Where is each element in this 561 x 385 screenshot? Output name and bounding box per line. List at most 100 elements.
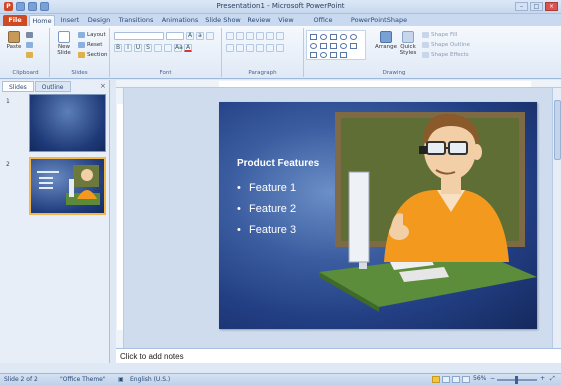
zoom-in-icon[interactable]: + <box>540 375 545 382</box>
normal-view-icon[interactable] <box>432 376 440 383</box>
cut-button[interactable] <box>26 31 35 39</box>
text-direction-icon[interactable] <box>276 31 284 40</box>
italic-icon[interactable]: I <box>124 43 132 52</box>
character-spacing-icon[interactable] <box>164 43 172 52</box>
tab-office-gadgets[interactable]: Office Gadgets <box>299 15 347 35</box>
line-spacing-icon[interactable] <box>266 31 274 40</box>
shape-smiley-icon[interactable] <box>340 43 347 49</box>
shape-callout-icon[interactable] <box>330 52 337 58</box>
increase-indent-icon[interactable] <box>256 31 264 40</box>
tab-view[interactable]: View <box>275 15 297 26</box>
shape-donut-icon[interactable] <box>320 52 327 58</box>
grow-font-icon[interactable]: A <box>186 31 194 40</box>
bullets-icon[interactable] <box>226 31 234 40</box>
zoom-slider-knob[interactable] <box>515 376 518 384</box>
slide-number-1: 1 <box>6 98 10 105</box>
fit-to-window-icon[interactable]: ⤢ <box>550 375 555 383</box>
vertical-scrollbar[interactable] <box>552 88 561 348</box>
tab-slides[interactable]: Slides <box>2 81 34 92</box>
slide-thumbnail-1[interactable] <box>29 94 106 152</box>
tab-powerpointshape[interactable]: PowerPointShape <box>349 15 409 26</box>
zoom-out-icon[interactable]: − <box>490 375 495 382</box>
font-name-combo[interactable] <box>114 31 164 40</box>
shape-brace-icon[interactable] <box>340 52 347 58</box>
arrange-button[interactable]: Arrange <box>375 30 397 52</box>
clear-formatting-icon[interactable] <box>206 31 214 40</box>
format-painter-button[interactable] <box>26 51 35 59</box>
align-left-icon[interactable] <box>226 43 234 52</box>
columns-icon[interactable] <box>266 43 274 52</box>
slide-show-view-icon[interactable] <box>462 376 470 383</box>
shape-outline-button[interactable]: Shape Outline <box>422 41 470 49</box>
paste-button[interactable]: Paste <box>6 30 22 52</box>
shadow-icon[interactable]: S <box>144 43 152 52</box>
strikethrough-icon[interactable] <box>154 43 162 52</box>
tab-review[interactable]: Review <box>245 15 273 26</box>
copy-button[interactable] <box>26 41 35 49</box>
reading-view-icon[interactable] <box>452 376 460 383</box>
shrink-font-icon[interactable]: a <box>196 31 204 40</box>
reset-button[interactable]: Reset <box>78 41 102 49</box>
notes-pane[interactable]: Click to add notes <box>116 348 561 363</box>
shape-rectangle-icon[interactable] <box>310 34 317 40</box>
shape-line-icon[interactable] <box>310 52 317 58</box>
clipboard-group-label: Clipboard <box>12 70 39 76</box>
section-button[interactable]: Section <box>78 51 107 59</box>
shape-circle-icon[interactable] <box>350 34 357 40</box>
current-slide[interactable]: Product Features Feature 1 Feature 2 Fea… <box>219 102 537 329</box>
change-case-icon[interactable]: Aa <box>174 43 183 52</box>
maximize-button[interactable]: □ <box>530 2 543 11</box>
font-color-icon[interactable]: A <box>184 43 192 52</box>
shape-oval-icon[interactable] <box>320 34 327 40</box>
developer-clipart-image[interactable] <box>319 102 537 329</box>
close-pane-icon[interactable]: × <box>100 82 108 90</box>
justify-icon[interactable] <box>256 43 264 52</box>
shape-star-icon[interactable] <box>350 43 357 49</box>
tab-file[interactable]: File <box>3 15 27 26</box>
spelling-check-icon[interactable]: ▣ <box>118 376 124 383</box>
new-slide-button[interactable]: New Slide <box>56 30 72 56</box>
shape-rounded-rect-icon[interactable] <box>340 34 347 40</box>
shape-effects-button[interactable]: Shape Effects <box>422 51 469 59</box>
shape-textbox-icon[interactable] <box>330 34 337 40</box>
close-button[interactable]: × <box>545 2 558 11</box>
slide-sorter-view-icon[interactable] <box>442 376 450 383</box>
shape-triangle-icon[interactable] <box>320 43 327 49</box>
title-bar: P Presentation1 - Microsoft PowerPoint –… <box>0 0 561 14</box>
slide-editing-area: Product Features Feature 1 Feature 2 Fea… <box>124 88 561 348</box>
shape-fill-button[interactable]: Shape Fill <box>422 31 457 39</box>
decrease-indent-icon[interactable] <box>246 31 254 40</box>
tab-insert[interactable]: Insert <box>57 15 83 26</box>
underline-icon[interactable]: U <box>134 43 142 52</box>
tab-outline[interactable]: Outline <box>34 81 71 92</box>
minimize-button[interactable]: – <box>515 2 528 11</box>
shapes-gallery[interactable] <box>306 30 366 60</box>
layout-icon <box>78 32 85 38</box>
font-size-combo[interactable] <box>166 31 184 40</box>
tab-transitions[interactable]: Transitions <box>115 15 157 26</box>
arrange-icon <box>380 31 392 43</box>
slide-title[interactable]: Product Features <box>237 158 319 169</box>
paragraph-row-1 <box>226 31 284 40</box>
quick-styles-button[interactable]: Quick Styles <box>400 30 416 56</box>
language-indicator[interactable]: English (U.S.) <box>130 376 170 383</box>
align-right-icon[interactable] <box>246 43 254 52</box>
tab-animations[interactable]: Animations <box>159 15 201 26</box>
status-bar: Slide 2 of 2 "Office Theme" ▣ English (U… <box>0 373 561 385</box>
scrollbar-thumb[interactable] <box>554 100 561 160</box>
tab-slide-show[interactable]: Slide Show <box>203 15 243 26</box>
slide-thumbnail-2[interactable] <box>29 157 106 215</box>
tab-design[interactable]: Design <box>85 15 113 26</box>
shape-arrow-icon[interactable] <box>330 43 337 49</box>
align-text-icon[interactable] <box>276 43 284 52</box>
section-icon <box>78 52 85 58</box>
slide-bullet-list[interactable]: Feature 1 Feature 2 Feature 3 <box>237 180 296 243</box>
zoom-percent[interactable]: 56% <box>473 375 486 382</box>
drawing-group-label: Drawing <box>382 70 406 76</box>
shape-ellipse-icon[interactable] <box>310 43 317 49</box>
tab-home[interactable]: Home <box>29 15 55 26</box>
bold-icon[interactable]: B <box>114 43 122 52</box>
numbering-icon[interactable] <box>236 31 244 40</box>
layout-button[interactable]: Layout <box>78 31 106 39</box>
align-center-icon[interactable] <box>236 43 244 52</box>
